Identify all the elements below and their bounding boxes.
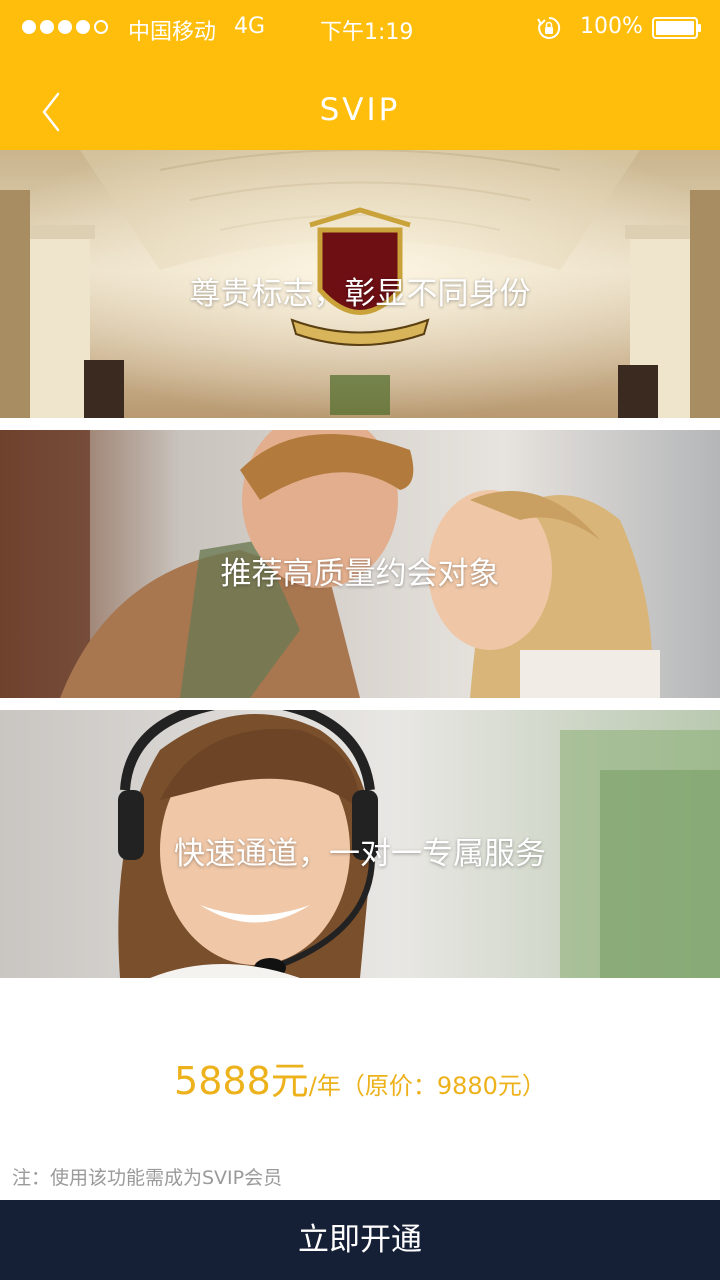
membership-note: 注：使用该功能需成为SVIP会员 xyxy=(12,1167,283,1189)
rotation-lock-icon xyxy=(537,16,561,39)
feature-banner-service: 快速通道，一对一专属服务 xyxy=(0,710,720,978)
banner-caption: 推荐高质量约会对象 xyxy=(220,556,500,592)
page-title: SVIP xyxy=(319,92,401,128)
battery-icon xyxy=(652,17,701,39)
banner-caption: 快速通道，一对一专属服务 xyxy=(174,836,546,872)
battery-percent: 100% xyxy=(580,14,643,39)
price-amount: 5888元 xyxy=(174,1059,309,1103)
nav-bar: SVIP xyxy=(0,70,720,150)
activate-button[interactable]: 立即开通 xyxy=(0,1200,720,1280)
price-line: 5888元/年（原价：9880元） xyxy=(0,1050,720,1105)
status-time: 下午1:19 xyxy=(320,20,414,45)
svip-page: 中国移动 4G 下午1:19 100% SVIP 尊贵标志，彰显不同身份 推荐高… xyxy=(0,0,720,1280)
header: 中国移动 4G 下午1:19 100% SVIP xyxy=(0,0,720,150)
carrier-name: 中国移动 xyxy=(128,20,217,45)
feature-banner-dating: 推荐高质量约会对象 xyxy=(0,430,720,698)
signal-strength-icon xyxy=(22,20,108,34)
price-detail: /年（原价：9880元） xyxy=(308,1072,546,1100)
status-bar: 中国移动 4G 下午1:19 100% xyxy=(0,0,720,56)
feature-banner-prestige: 尊贵标志，彰显不同身份 xyxy=(0,150,720,418)
banner-caption: 尊贵标志，彰显不同身份 xyxy=(189,276,531,312)
network-type: 4G xyxy=(234,14,266,39)
